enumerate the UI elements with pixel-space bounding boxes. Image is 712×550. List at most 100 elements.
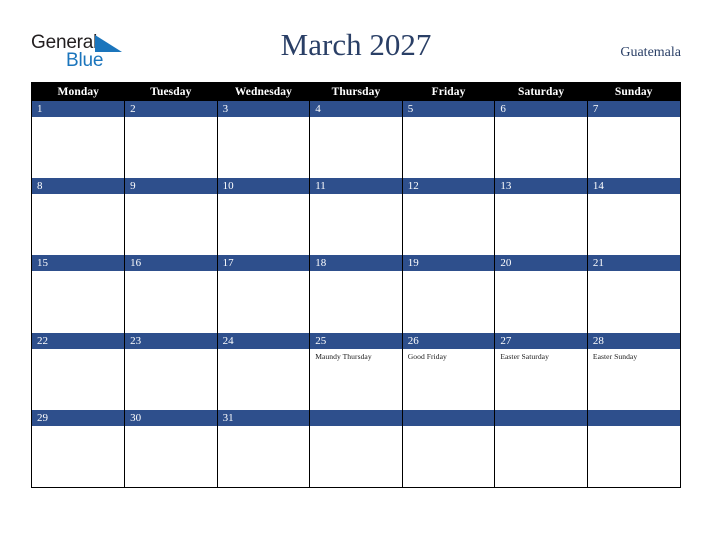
day-number-bar: 11 [310,178,402,195]
calendar-day-cell[interactable]: 2 [124,101,218,179]
calendar-day-cell[interactable]: 17 [216,255,311,333]
calendar-day-cell[interactable]: 28 Easter Sunday [586,332,680,410]
calendar-day-cell[interactable] [494,409,588,487]
calendar-week-row: 8 9 10 11 12 13 14 [32,178,680,256]
day-number-bar: 26 [402,332,495,349]
calendar-week-row: 1 2 3 4 5 6 7 [32,101,680,179]
calendar-day-cell[interactable]: 30 [124,409,218,487]
page-header: General Blue March 2027 Guatemala [0,0,712,82]
day-cell-inner: 12 [402,178,495,255]
calendar-day-cell[interactable]: 24 [216,332,311,410]
day-cell-inner: 21 [587,255,680,332]
day-number-bar: 29 [32,409,125,426]
day-cell-events [310,117,402,178]
calendar-day-cell[interactable]: 6 [494,101,588,179]
calendar-day-cell[interactable]: 10 [216,178,311,256]
day-number: 19 [407,257,419,270]
day-cell-events [310,426,402,487]
calendar-day-cell[interactable]: 20 [494,255,588,333]
calendar-day-cell[interactable]: 1 [32,101,126,179]
calendar-day-cell[interactable] [586,409,680,487]
day-number: 22 [37,334,48,347]
day-number: 17 [222,257,234,270]
day-number: 20 [500,257,512,270]
day-number-bar [310,409,402,426]
day-cell-events [32,426,124,487]
calendar-day-cell[interactable]: 13 [494,178,588,256]
calendar-day-cell[interactable]: 14 [586,178,680,256]
calendar-day-cell[interactable]: 26 Good Friday [401,332,496,410]
day-number-bar: 27 [495,332,587,349]
day-cell-events [588,426,680,487]
day-cell-events [310,194,402,255]
calendar-day-cell[interactable]: 4 [309,101,403,179]
day-cell-inner: 17 [217,255,310,332]
day-number-bar: 13 [495,178,587,195]
day-number-bar: 20 [495,255,587,272]
day-cell-inner: 16 [125,255,217,332]
calendar-day-cell[interactable]: 29 [32,409,126,487]
calendar-day-cell[interactable]: 11 [309,178,403,256]
calendar-day-cell[interactable]: 12 [401,178,496,256]
weekday-header-wednesday: Wednesday [217,83,310,101]
calendar-table: Monday Tuesday Wednesday Thursday Friday… [32,83,680,487]
day-number: 10 [222,180,234,193]
day-number: 15 [37,257,48,270]
calendar-day-cell[interactable]: 22 [32,332,126,410]
calendar-day-cell[interactable]: 21 [586,255,680,333]
calendar-week-row: 15 16 17 18 19 20 21 [32,255,680,333]
day-number-bar [495,409,587,426]
calendar-day-cell[interactable] [309,409,403,487]
day-cell-events [310,271,402,332]
day-number-bar: 21 [587,255,680,272]
calendar-day-cell[interactable]: 27 Easter Saturday [494,332,588,410]
calendar-day-cell[interactable]: 18 [309,255,403,333]
calendar-day-cell[interactable]: 19 [401,255,496,333]
day-cell-events [495,194,587,255]
day-cell-inner [495,409,587,487]
day-number-bar: 24 [217,332,310,349]
day-cell-events: Easter Sunday [588,349,680,410]
day-cell-inner: 7 [587,101,680,178]
day-cell-events [403,117,495,178]
calendar-day-cell[interactable]: 8 [32,178,126,256]
day-number-bar: 31 [217,409,310,426]
day-cell-inner: 22 [32,332,125,410]
calendar-day-cell[interactable]: 16 [124,255,218,333]
day-cell-events [588,117,680,178]
day-cell-inner: 10 [217,178,310,255]
day-cell-inner: 11 [310,178,402,255]
day-number: 27 [500,334,512,347]
calendar-day-cell[interactable]: 7 [586,101,680,179]
day-number-bar: 8 [32,178,125,195]
weekday-header-row: Monday Tuesday Wednesday Thursday Friday… [32,83,680,101]
day-number-bar: 15 [32,255,125,272]
weekday-header-sunday: Sunday [587,83,680,101]
calendar-day-cell[interactable]: 31 [216,409,311,487]
calendar-day-cell[interactable]: 9 [124,178,218,256]
calendar-day-cell[interactable] [401,409,496,487]
calendar-day-cell[interactable]: 5 [401,101,496,179]
day-cell-events [32,349,124,410]
calendar-week-row: 29 30 31 [32,409,680,487]
day-number-bar: 18 [310,255,402,272]
day-number: 12 [407,180,419,193]
calendar-day-cell[interactable]: 15 [32,255,126,333]
calendar-day-cell[interactable]: 25 Maundy Thursday [309,332,403,410]
day-number: 8 [37,180,43,193]
day-cell-inner: 23 [125,332,217,410]
day-number: 21 [592,257,604,270]
day-cell-events [32,271,124,332]
calendar-day-cell[interactable]: 23 [124,332,218,410]
day-number: 11 [315,180,326,193]
day-cell-inner: 20 [495,255,587,332]
day-cell-events [588,271,680,332]
day-cell-events [125,426,217,487]
calendar-day-cell[interactable]: 3 [216,101,311,179]
day-number: 4 [315,103,321,115]
day-cell-inner: 31 [217,409,310,487]
day-number-bar: 14 [587,178,680,195]
day-number-bar: 5 [402,101,495,117]
day-number-bar: 22 [32,332,125,349]
country-label: Guatemala [620,45,681,60]
